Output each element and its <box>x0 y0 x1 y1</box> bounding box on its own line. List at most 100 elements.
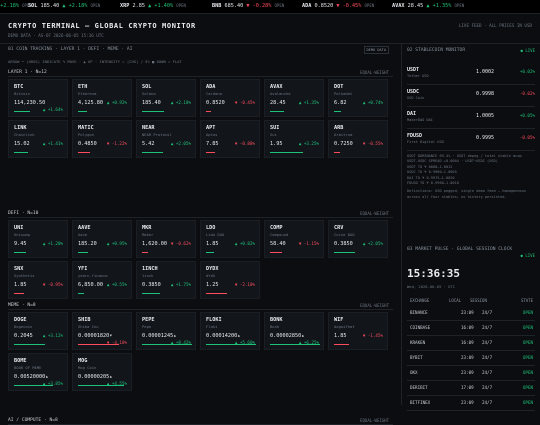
coin-change: ▲ +1.64% <box>42 107 63 112</box>
coin-change: ▲ +3.25% <box>298 141 319 146</box>
coin-card[interactable]: BOME BOOK OF MEME 0.00520000▴ ▲ +3.85% <box>8 353 68 391</box>
coin-card[interactable]: APT Aptos 7.85 ▼ -0.88% <box>200 120 260 158</box>
price-ticker: ▲ +2.18% OPENSOL 185.40 ▲ +2.18% OPEN XRP… <box>0 0 540 14</box>
coin-symbol: FLOKI <box>206 317 222 323</box>
coin-card[interactable]: CRV Curve DAO 0.3850 ▲ +2.05% <box>328 220 388 258</box>
coin-name: Bitcoin <box>14 91 31 96</box>
coin-change: ▼ -0.95% <box>42 282 63 287</box>
coin-card[interactable]: SNX Synthetix 1.85 ▼ -0.95% <box>8 261 68 299</box>
feed-status: LIVE FEED · ALL PRICES IN USD <box>458 23 532 28</box>
coin-card[interactable]: 1INCH 1inch 0.3850 ▲ +1.75% <box>136 261 196 299</box>
exchange-row[interactable]: KRAKEN 16:09 24/7 OPEN <box>407 336 535 351</box>
section-title: AI / COMPUTE · N=8 <box>8 418 58 423</box>
coin-card[interactable]: SOL Solana 185.40 ▲ +2.18% <box>136 79 196 117</box>
session-clock: 15:36:35 <box>407 267 460 280</box>
change-intensity-bar <box>206 152 215 153</box>
coin-card[interactable]: YFI yearn.finance 6,850.00 ▲ +0.55% <box>72 261 132 299</box>
coin-card[interactable]: BONK Bonk 0.00002850▴ ▲ +6.25% <box>264 312 324 350</box>
ticker-item[interactable]: ADA 0.8520 ▼ -0.45% OPEN <box>302 3 374 9</box>
coin-name: Floki <box>206 324 218 329</box>
coin-price: 58.40 <box>270 241 286 247</box>
exchange-row[interactable]: DERIBIT 17:09 24/7 OPEN <box>407 381 535 396</box>
coin-name: Pepe <box>142 324 152 329</box>
exchange-row[interactable]: COINBASE 16:09 24/7 OPEN <box>407 321 535 336</box>
stablecoin-row[interactable]: USDC USD Coin 0.9998 -0.02% <box>407 86 535 107</box>
coin-card[interactable]: SHIB Shiba Inu 0.00001820▾ ▼ -4.10% <box>72 312 132 350</box>
ticker-item[interactable]: ▲ +2.18% OPEN <box>0 3 32 9</box>
coin-card[interactable]: SUI Sui 1.95 ▲ +3.25% <box>264 120 324 158</box>
coin-change: ▲ +0.82% <box>234 241 255 246</box>
coin-price: 1,620.00 <box>142 241 167 247</box>
ticker-change: ▲ +1.35% <box>426 3 452 9</box>
coin-price: 6,850.00 <box>78 282 103 288</box>
col-exchange: EXCHANGE <box>410 298 430 303</box>
coin-name: dogwifhat <box>334 324 355 329</box>
section-weighting: EQUAL-WEIGHT <box>360 303 389 308</box>
coin-card[interactable]: FLOKI Floki 0.00014200▴ ▲ +5.60% <box>200 312 260 350</box>
coin-change: ▲ +3.12% <box>42 333 63 338</box>
coin-card[interactable]: ARB Arbitrum 0.7250 ▼ -0.55% <box>328 120 388 158</box>
coin-card[interactable]: LINK Chainlink 15.02 ▲ +1.41% <box>8 120 68 158</box>
coin-card[interactable]: UNI Uniswap 9.45 ▲ +1.20% <box>8 220 68 258</box>
exchange-row[interactable]: OKX 23:09 24/7 OPEN <box>407 366 535 381</box>
exchange-row[interactable]: BYBIT 23:09 24/7 OPEN <box>407 351 535 366</box>
change-intensity-bar <box>78 385 124 386</box>
coin-symbol: NEAR <box>142 125 155 131</box>
coin-change: ▲ +1.20% <box>42 241 63 246</box>
change-intensity-bar <box>142 111 164 112</box>
coin-change: ▲ +2.05% <box>170 141 191 146</box>
stablecoin-row[interactable]: USDT Tether USD 1.0002 +0.02% <box>407 64 535 85</box>
exchange-session: 24/7 <box>482 310 493 315</box>
coin-card[interactable]: DOT Polkadot 6.82 ▲ +0.74% <box>328 79 388 117</box>
ticker-item[interactable]: AVAX 28.45 ▲ +1.35% OPEN <box>392 3 464 9</box>
exchange-name: DERIBIT <box>410 385 428 390</box>
coin-price: 1.85 <box>206 241 219 247</box>
exchange-local-time: 23:09 <box>461 400 474 405</box>
section-weighting: EQUAL-WEIGHT <box>360 70 389 75</box>
coin-symbol: BTC <box>14 84 24 90</box>
coin-price: 1.95 <box>270 141 283 147</box>
coin-card[interactable]: LDO Lido DAO 1.85 ▲ +0.82% <box>200 220 260 258</box>
coin-symbol: CRV <box>334 225 344 231</box>
coin-price: 1.85 <box>14 282 27 288</box>
ticker-item[interactable]: BNB 685.40 ▼ -0.28% OPEN <box>212 3 284 9</box>
market-live-indicator: ● LIVE <box>520 253 535 258</box>
coin-name: Arbitrum <box>334 132 353 137</box>
coin-change: ▼ -0.62% <box>170 241 191 246</box>
exchange-session: 24/7 <box>482 370 493 375</box>
coin-card[interactable]: ETH Ethereum 4,125.80 ▲ +0.92% <box>72 79 132 117</box>
coin-symbol: SUI <box>270 125 280 131</box>
coin-card[interactable]: ADA Cardano 0.8520 ▼ -0.45% <box>200 79 260 117</box>
stablecoin-symbol: USDT <box>407 67 420 73</box>
exchange-session: 24/7 <box>482 325 493 330</box>
coin-change: ▲ +0.92% <box>106 100 127 105</box>
exchange-row[interactable]: BINANCE 23:09 24/7 OPEN <box>407 306 535 321</box>
stablecoin-row[interactable]: DAI MakerDAO DAI 1.0005 +0.05% <box>407 108 535 129</box>
coin-tracking-panel: 01 COIN TRACKING · LAYER 1 · DEFI · MEME… <box>4 44 397 425</box>
exchange-row[interactable]: BITFINEX 23:09 24/7 OPEN <box>407 396 535 411</box>
change-intensity-bar <box>206 293 227 294</box>
coin-card[interactable]: COMP Compound 58.40 ▼ -1.15% <box>264 220 324 258</box>
coin-card[interactable]: PEPE Pepe 0.00001245▴ ▲ +8.42% <box>136 312 196 350</box>
coin-card[interactable]: MKR Maker 1,620.00 ▼ -0.62% <box>136 220 196 258</box>
coin-card[interactable]: DOGE Dogecoin 0.2045 ▲ +3.12% <box>8 312 68 350</box>
stablecoin-change: -0.05% <box>519 135 535 140</box>
change-intensity-bar <box>142 344 192 345</box>
coin-card[interactable]: AAVE Aave 185.20 ▲ +0.95% <box>72 220 132 258</box>
coin-symbol: MATIC <box>78 125 94 131</box>
coin-card[interactable]: DYDX dYdX 1.25 ▼ -2.10% <box>200 261 260 299</box>
coin-card[interactable]: NEAR NEAR Protocol 5.42 ▲ +2.05% <box>136 120 196 158</box>
exchange-name: BINANCE <box>410 310 428 315</box>
ticker-item[interactable]: SOL 185.40 ▲ +2.18% OPEN <box>28 3 100 9</box>
coin-card[interactable]: BTC Bitcoin 114,230.50 ▲ +1.64% <box>8 79 68 117</box>
coin-card[interactable]: MOG Mog Coin 0.00000205▴ ▲ +4.55% <box>72 353 132 391</box>
coin-change: ▲ +0.95% <box>106 241 127 246</box>
ticker-item[interactable]: XRP 2.85 ▲ +1.40% OPEN <box>120 3 186 9</box>
coin-card[interactable]: AVAX Avalanche 28.45 ▲ +1.35% <box>264 79 324 117</box>
coin-card[interactable]: MATIC Polygon 0.4850 ▼ -1.22% <box>72 120 132 158</box>
stablecoin-symbol: DAI <box>407 111 417 117</box>
page-title: CRYPTO TERMINAL — GLOBAL CRYPTO MONITOR <box>8 22 196 30</box>
coin-price: 7.85 <box>206 141 219 147</box>
stablecoin-row[interactable]: FDUSD First Digital USD 0.9995 -0.05% <box>407 130 535 151</box>
coin-card[interactable]: WIF dogwifhat 1.85 ▼ -1.45% <box>328 312 388 350</box>
